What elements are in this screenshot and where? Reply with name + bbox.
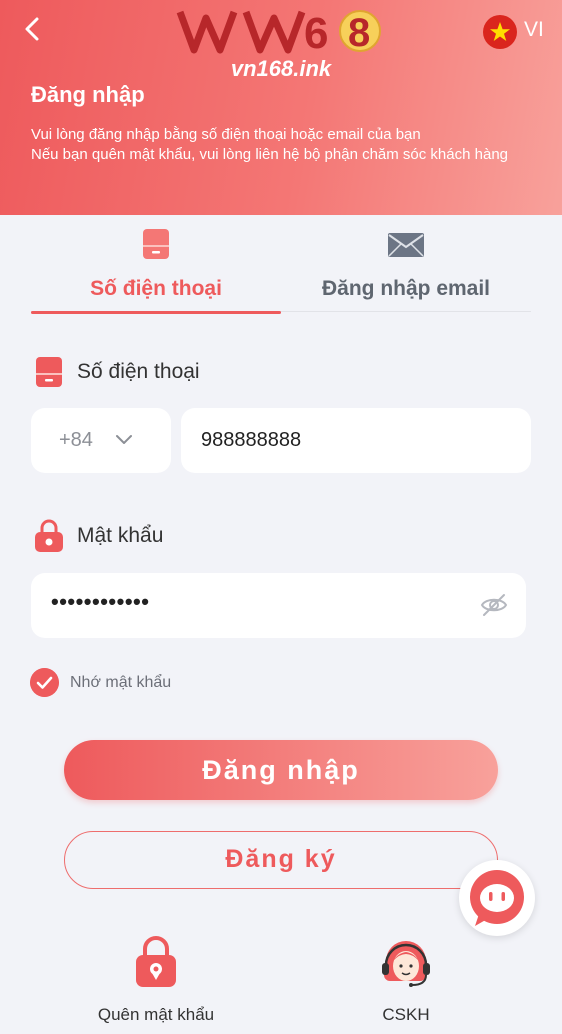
support-label: CSKH xyxy=(382,1005,430,1024)
login-button[interactable]: Đăng nhập xyxy=(64,740,498,800)
tab-email-label: Đăng nhập email xyxy=(321,277,491,300)
active-tab-indicator xyxy=(31,311,281,314)
password-input-value: •••••••••••• xyxy=(51,589,150,614)
login-method-tabs: Số điện thoại Đăng nhập email xyxy=(31,222,531,314)
phone-icon xyxy=(143,229,169,259)
register-button[interactable]: Đăng ký xyxy=(64,831,498,889)
lock-location-icon xyxy=(136,936,176,987)
phone-field-label: Số điện thoại xyxy=(77,360,200,383)
lock-icon xyxy=(35,519,63,552)
tab-phone[interactable]: Số điện thoại xyxy=(31,222,281,314)
envelope-icon xyxy=(388,233,424,257)
chat-button[interactable] xyxy=(459,860,535,936)
brand-subtitle: vn168.ink xyxy=(230,56,332,81)
svg-text:6: 6 xyxy=(304,9,328,56)
language-selector[interactable]: VI xyxy=(524,18,544,42)
forgot-password-link[interactable]: Quên mật khẩu xyxy=(76,935,236,1030)
country-code-select[interactable]: +84 xyxy=(31,408,171,473)
description-line-1: Vui lòng đăng nhập bằng số điện thoại ho… xyxy=(31,126,421,143)
password-field-label: Mật khẩu xyxy=(77,524,164,547)
page-title: Đăng nhập xyxy=(31,82,145,107)
remember-label: Nhớ mật khẩu xyxy=(70,674,172,691)
back-arrow-icon[interactable] xyxy=(18,14,48,44)
tab-email[interactable]: Đăng nhập email xyxy=(281,222,531,312)
phone-input-value: 988888888 xyxy=(201,429,302,451)
phone-field-icon xyxy=(36,357,62,387)
vietnam-flag-icon[interactable] xyxy=(483,15,517,49)
description-line-2: Nếu bạn quên mật khẩu, vui lòng liên hệ … xyxy=(31,145,508,163)
forgot-password-label: Quên mật khẩu xyxy=(97,1005,215,1024)
eye-slash-icon[interactable] xyxy=(480,593,508,617)
phone-input[interactable]: 988888888 xyxy=(181,408,531,473)
chat-bubble-icon xyxy=(470,870,524,926)
tab-phone-label: Số điện thoại xyxy=(90,277,222,300)
login-header: 6 8 vn168.ink VI Đăng nhập Vui lòng đăng… xyxy=(0,0,562,215)
country-code-value: +84 xyxy=(59,429,93,451)
password-input[interactable]: •••••••••••• xyxy=(31,573,526,638)
chevron-down-icon xyxy=(116,435,132,444)
checkbox-checked-icon[interactable] xyxy=(30,668,59,697)
login-description: Vui lòng đăng nhập bằng số điện thoại ho… xyxy=(31,125,531,164)
customer-support-link[interactable]: CSKH xyxy=(326,935,486,1030)
brand-logo: 6 8 xyxy=(176,9,381,56)
svg-text:8: 8 xyxy=(348,11,370,55)
support-agent-icon xyxy=(382,941,430,987)
